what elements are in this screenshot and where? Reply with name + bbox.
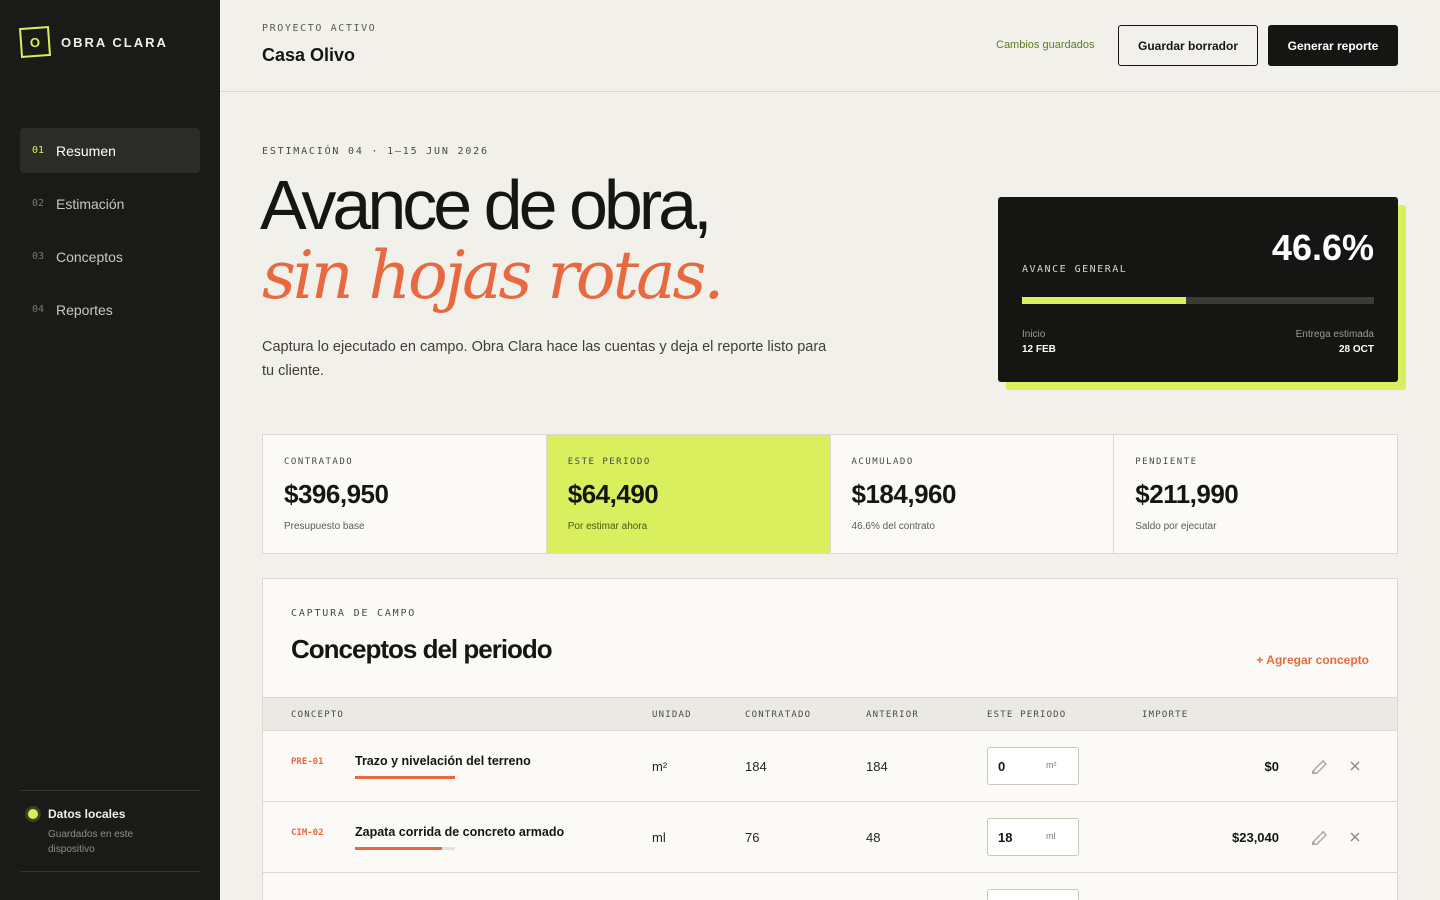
concept-code: CIM-02	[291, 828, 324, 838]
progress-percent: 46.6%	[1271, 227, 1374, 268]
table-row	[263, 873, 1397, 900]
hero-description: Captura lo ejecutado en campo. Obra Clar…	[262, 339, 827, 379]
nav-label: Conceptos	[56, 248, 123, 265]
table-row: CIM-02 Zapata corrida de concreto armado…	[263, 802, 1397, 873]
concepts-panel: CAPTURA DE CAMPO Conceptos del periodo +…	[262, 578, 1398, 900]
nav-number: 02	[32, 198, 45, 209]
stat-subtitle: Por estimar ahora	[567, 521, 648, 532]
delete-close-icon[interactable]	[1347, 829, 1363, 845]
column-header-concept[interactable]: CONCEPTO	[291, 710, 344, 720]
concept-unit: m²	[652, 759, 668, 774]
column-header-contracted[interactable]: CONTRATADO	[745, 710, 811, 720]
local-data-status: Datos locales Guardados en este disposit…	[20, 790, 200, 872]
stat-subtitle: Saldo por ejecutar	[1135, 521, 1217, 532]
stats-row: CONTRATADO $396,950 Presupuesto base EST…	[262, 434, 1398, 554]
local-data-title: Datos locales	[48, 807, 126, 821]
nav-label: Reportes	[56, 301, 113, 318]
concept-contracted: 76	[745, 830, 760, 845]
concept-unit: ml	[652, 830, 666, 845]
concept-previous: 48	[866, 830, 881, 845]
progress-card: 46.6% AVANCE GENERAL Inicio 12 FEB Entre…	[998, 197, 1398, 382]
panel-label: CAPTURA DE CAMPO	[291, 608, 417, 619]
progress-bar	[1022, 297, 1374, 304]
hero-title: Avance de obra,	[260, 166, 713, 244]
project-name: Casa Olivo	[262, 45, 356, 65]
column-header-unit[interactable]: UNIDAD	[652, 710, 692, 720]
edit-pencil-icon[interactable]	[1311, 829, 1329, 845]
stat-subtitle: Presupuesto base	[284, 521, 365, 532]
nav-number: 01	[32, 145, 45, 156]
stat-label: CONTRATADO	[284, 457, 354, 467]
table-header: CONCEPTO UNIDAD CONTRATADO ANTERIOR ESTE…	[263, 697, 1397, 731]
period-quantity-unit: ml	[1046, 831, 1056, 841]
save-draft-button[interactable]: Guardar borrador	[1118, 25, 1258, 66]
progress-label: AVANCE GENERAL	[1022, 264, 1128, 275]
concept-code: PRE-01	[291, 757, 324, 767]
panel-title: Conceptos del periodo	[291, 634, 553, 664]
column-header-period[interactable]: ESTE PERIODO	[987, 710, 1066, 720]
stat-label: ACUMULADO	[851, 457, 914, 467]
stat-subtitle: 46.6% del contrato	[851, 521, 935, 532]
column-header-previous[interactable]: ANTERIOR	[866, 710, 919, 720]
column-header-amount[interactable]: IMPORTE	[1142, 710, 1188, 720]
end-date: 28 OCT	[1338, 344, 1374, 355]
brand[interactable]: O OBRA CLARA	[18, 25, 168, 59]
sidebar-item-estimacion[interactable]: 02 Estimación	[20, 181, 200, 226]
stat-contratado: CONTRATADO $396,950 Presupuesto base	[263, 435, 547, 553]
nav-label: Estimación	[56, 195, 125, 212]
project-label: PROYECTO ACTIVO	[262, 23, 377, 34]
status-dot-icon	[28, 809, 38, 819]
period-quantity-input[interactable]: 18 ml	[987, 818, 1079, 856]
stat-value: $396,950	[284, 479, 389, 509]
stat-label: ESTE PERIODO	[567, 457, 651, 467]
period-quantity-input[interactable]	[987, 889, 1079, 900]
stat-value: $211,990	[1135, 479, 1239, 509]
concept-previous: 184	[866, 759, 888, 774]
period-quantity-value: 18	[998, 830, 1013, 845]
nav-number: 04	[32, 304, 45, 315]
brand-name: OBRA CLARA	[61, 34, 168, 50]
stat-este-periodo: ESTE PERIODO $64,490 Por estimar ahora	[546, 435, 831, 553]
delete-close-icon[interactable]	[1347, 758, 1363, 774]
stat-label: PENDIENTE	[1135, 457, 1198, 467]
local-data-subtitle: Guardados en este dispositivo	[48, 829, 134, 855]
estimate-label: ESTIMACIÓN 04 · 1–15 JUN 2026	[262, 146, 489, 157]
concept-name: Trazo y nivelación del terreno	[355, 754, 531, 768]
sidebar-item-reportes[interactable]: 04 Reportes	[20, 287, 200, 332]
hero-subtitle: sin hojas rotas.	[262, 237, 724, 314]
nav-label: Resumen	[56, 142, 116, 159]
nav-number: 03	[32, 251, 45, 262]
sidebar-item-conceptos[interactable]: 03 Conceptos	[20, 234, 200, 279]
period-quantity-input[interactable]: 0 m²	[987, 747, 1079, 785]
period-quantity-unit: m²	[1046, 760, 1057, 770]
brand-logo-icon: O	[18, 25, 52, 59]
concept-progress-bar	[355, 776, 455, 779]
top-header: PROYECTO ACTIVO Casa Olivo Cambios guard…	[220, 0, 1440, 92]
edit-pencil-icon[interactable]	[1311, 758, 1329, 774]
progress-bar-fill	[1022, 297, 1187, 304]
sidebar: O OBRA CLARA 01 Resumen 02 Estimación 03…	[0, 0, 220, 900]
sidebar-nav: 01 Resumen 02 Estimación 03 Conceptos 04…	[20, 128, 200, 340]
end-label: Entrega estimada	[1295, 329, 1374, 340]
period-quantity-value: 0	[998, 759, 1006, 774]
sidebar-item-resumen[interactable]: 01 Resumen	[20, 128, 200, 173]
stat-value: $184,960	[851, 479, 957, 509]
stat-acumulado: ACUMULADO $184,960 46.6% del contrato	[831, 435, 1115, 553]
start-date: 12 FEB	[1022, 344, 1056, 355]
add-concept-button[interactable]: + Agregar concepto	[1256, 653, 1369, 667]
concept-name: Zapata corrida de concreto armado	[355, 825, 565, 839]
stat-pendiente: PENDIENTE $211,990 Saldo por ejecutar	[1114, 435, 1397, 553]
generate-report-button[interactable]: Generar reporte	[1268, 25, 1398, 66]
table-row: PRE-01 Trazo y nivelación del terreno m²…	[263, 731, 1397, 802]
concept-progress-fill	[355, 776, 455, 779]
concept-amount: $0	[1264, 759, 1279, 774]
concept-amount: $23,040	[1232, 830, 1279, 845]
concept-progress-fill	[355, 847, 442, 850]
stat-value: $64,490	[567, 479, 659, 509]
concept-progress-bar	[355, 847, 455, 850]
start-label: Inicio	[1022, 329, 1046, 340]
concept-contracted: 184	[745, 759, 767, 774]
saved-status: Cambios guardados	[996, 39, 1095, 51]
